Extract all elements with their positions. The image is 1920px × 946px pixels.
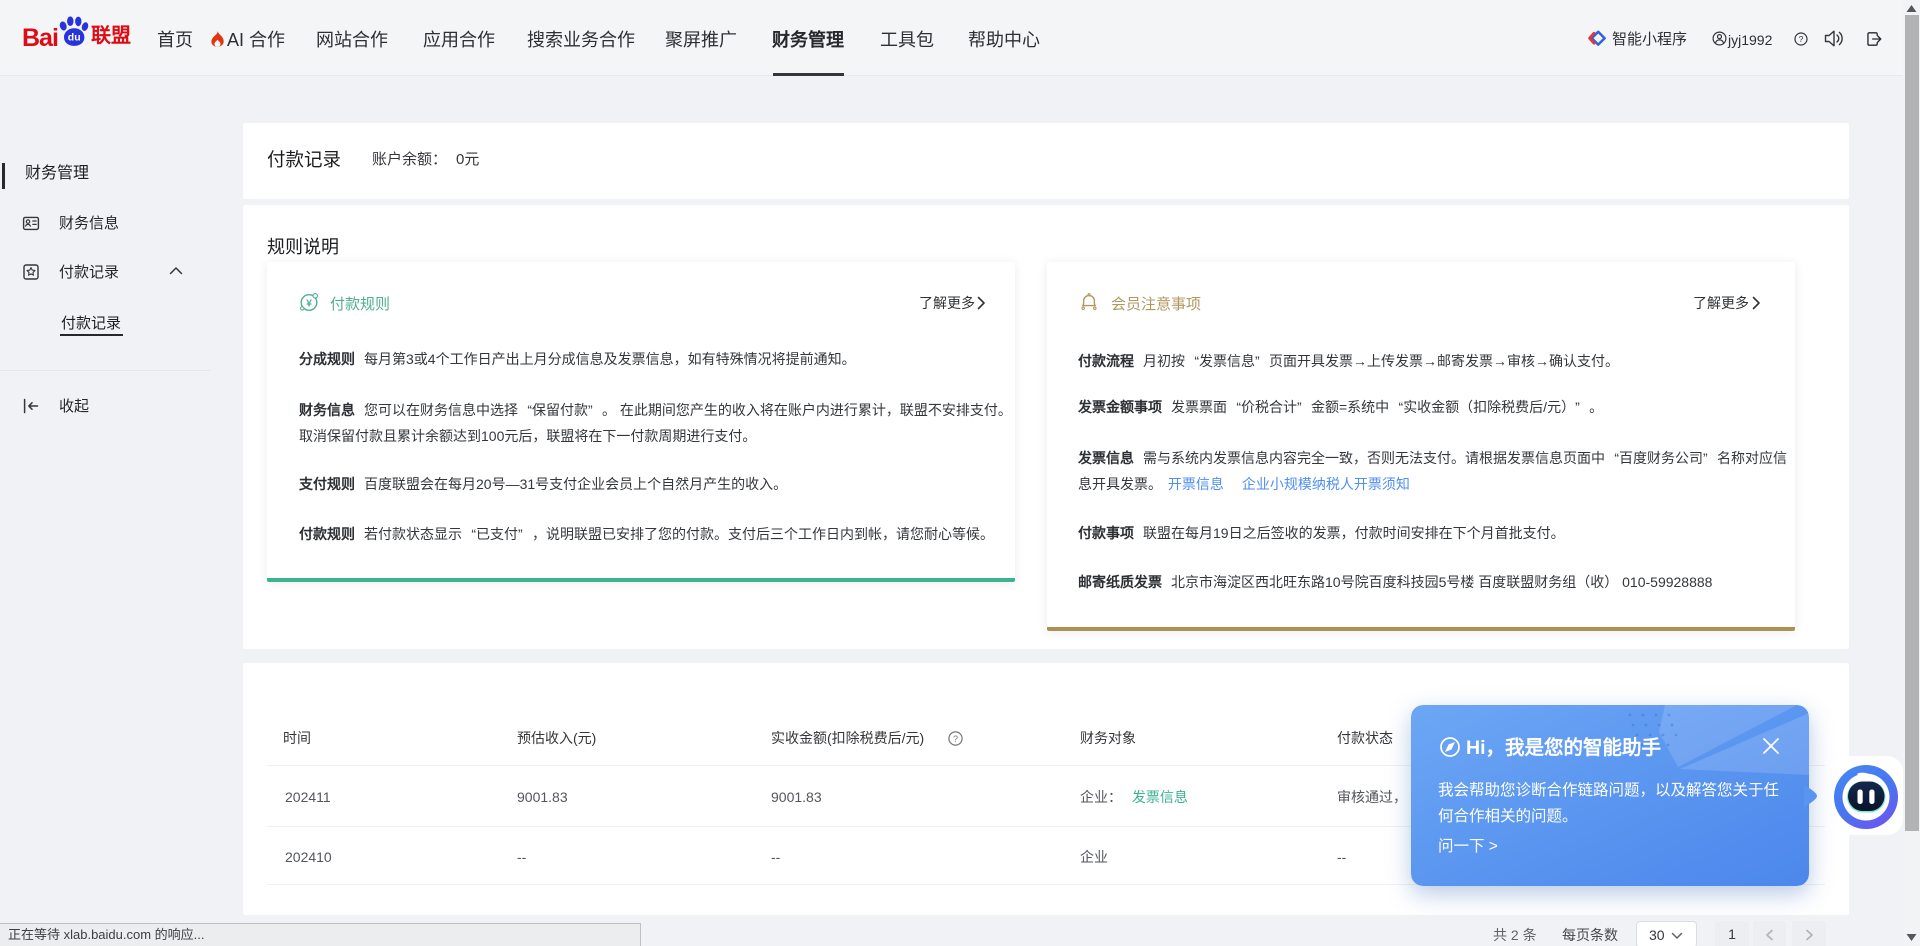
svg-text:du: du	[68, 32, 81, 44]
svg-text:?: ?	[953, 734, 958, 744]
svg-text:¥: ¥	[306, 297, 312, 309]
svg-text:?: ?	[1799, 34, 1804, 44]
